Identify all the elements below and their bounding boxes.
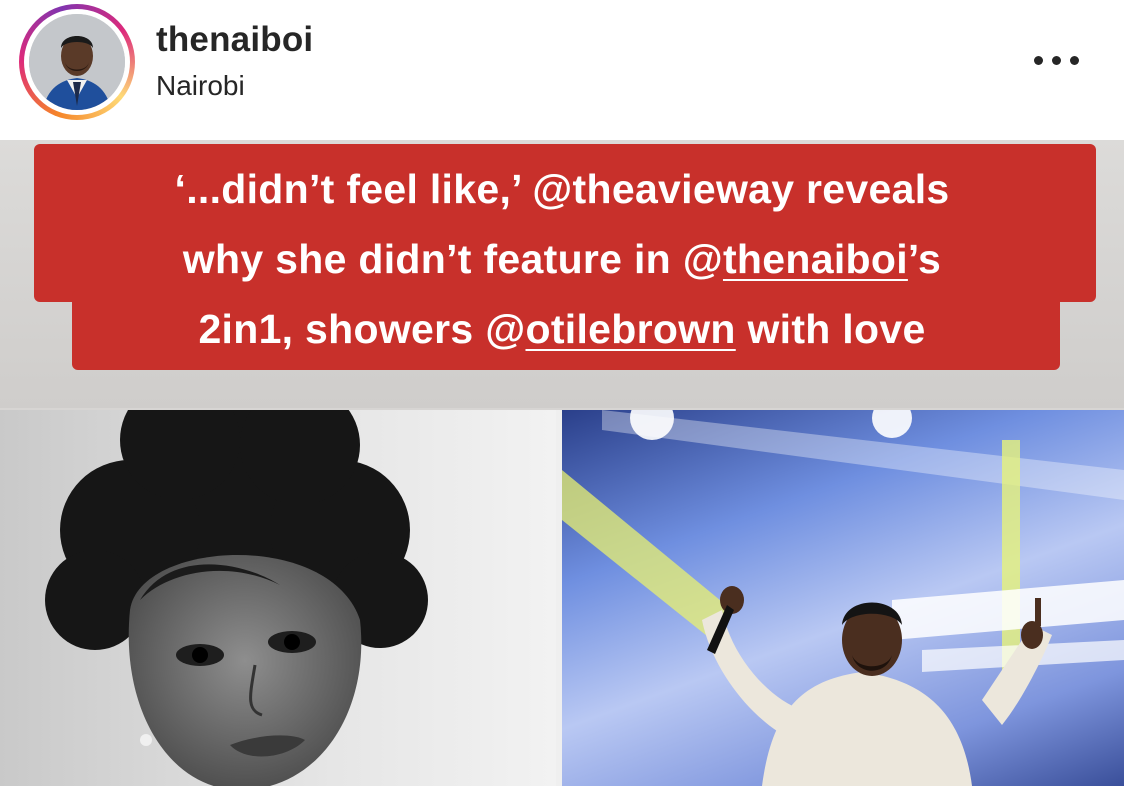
stage-performer-photo: [562, 410, 1124, 786]
caption-line-3: 2in1, showers @otilebrown with love: [198, 306, 926, 352]
location-link[interactable]: Nairobi: [156, 70, 245, 102]
mention-otilebrown: otilebrown: [525, 306, 736, 352]
story-ring[interactable]: [19, 4, 135, 120]
username[interactable]: thenaiboi: [156, 20, 313, 60]
post-image[interactable]: ‘...didn’t feel like,’ @theavieway revea…: [0, 140, 1124, 786]
avatar-photo: [29, 14, 125, 110]
more-options-icon[interactable]: [1030, 42, 1086, 78]
caption-banner: ‘...didn’t feel like,’ @theavieway revea…: [0, 140, 1124, 408]
avatar[interactable]: [29, 14, 125, 110]
post-header: thenaiboi Nairobi: [0, 0, 1124, 140]
caption-line-1: ‘...didn’t feel like,’ @theavieway revea…: [174, 166, 950, 212]
mention-thenaiboi: thenaiboi: [722, 236, 908, 282]
caption-line-2: why she didn’t feature in @thenaiboi’s: [182, 236, 942, 282]
woman-portrait-photo: [0, 410, 556, 786]
